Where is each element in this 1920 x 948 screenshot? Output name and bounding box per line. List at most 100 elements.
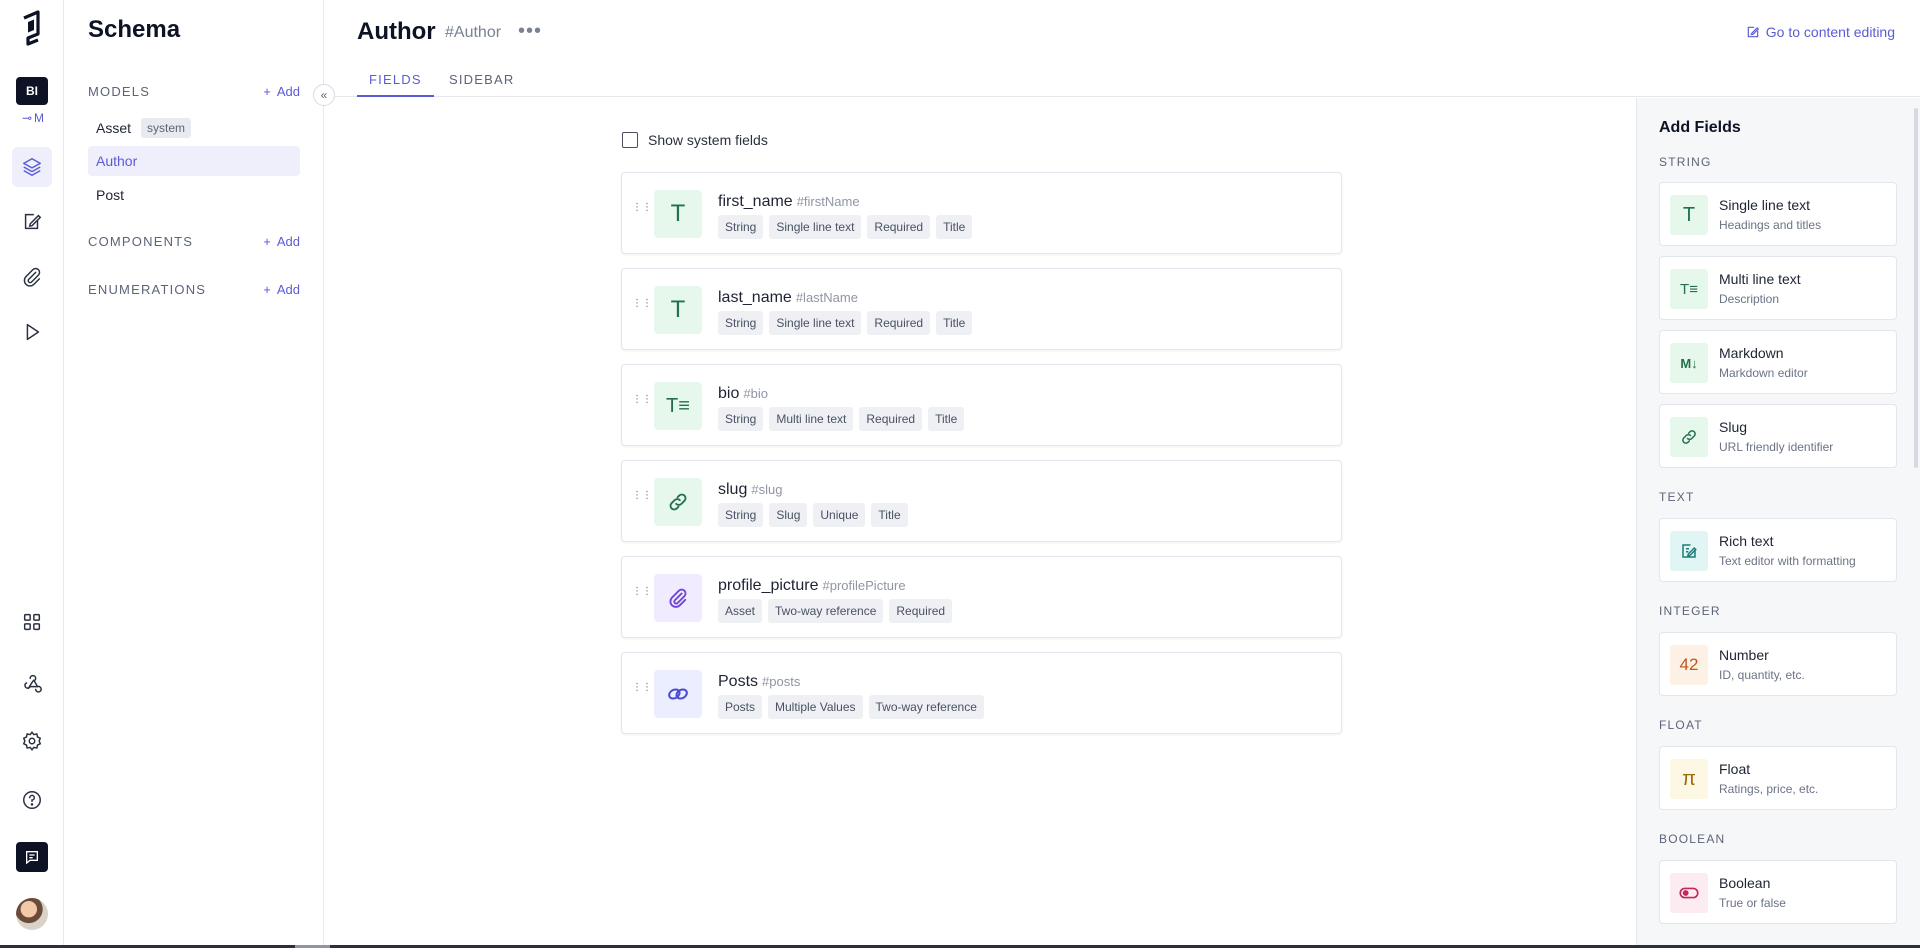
field-tags: String Multi line text Required Title <box>718 407 965 431</box>
chain-link-icon <box>654 670 702 718</box>
model-item-post[interactable]: Post <box>88 180 300 210</box>
assets-nav-button[interactable] <box>12 257 52 297</box>
category-float: FLOAT <box>1659 718 1703 732</box>
add-rich-text-card[interactable]: Rich text Text editor with formatting <box>1659 518 1897 582</box>
multiline-text-icon: T≡ <box>1670 269 1708 309</box>
settings-icon <box>22 731 42 751</box>
tab-sidebar[interactable]: SIDEBAR <box>437 72 526 97</box>
drag-handle-icon[interactable]: ⋮⋮ <box>632 299 652 317</box>
category-string: STRING <box>1659 155 1712 169</box>
model-name: Post <box>96 187 125 203</box>
model-name: Asset <box>96 120 132 136</box>
field-row-last-name[interactable]: ⋮⋮ T last_name #lastName String Single li… <box>621 268 1342 350</box>
field-row-first-name[interactable]: ⋮⋮ T first_name #firstName String Single … <box>621 172 1342 254</box>
field-tags: String Slug Unique Title <box>718 503 908 527</box>
add-model-button[interactable]: + Add <box>263 84 300 99</box>
field-row-profile-picture[interactable]: ⋮⋮ profile_picture #profilePicture Asset … <box>621 556 1342 638</box>
card-title: Single line text <box>1719 197 1811 213</box>
fields-area: Show system fields ⋮⋮ T first_name #first… <box>325 98 1636 948</box>
field-api-id: #lastName <box>795 290 858 305</box>
apps-nav-button[interactable] <box>12 602 52 642</box>
go-to-content-editing-link[interactable]: Go to content editing <box>1746 24 1895 40</box>
field-tag: Asset <box>718 599 763 623</box>
add-slug-card[interactable]: Slug URL friendly identifier <box>1659 404 1897 468</box>
field-name: first_name <box>718 193 793 210</box>
card-subtitle: Markdown editor <box>1719 366 1808 380</box>
add-markdown-card[interactable]: M↓ Markdown Markdown editor <box>1659 330 1897 394</box>
field-name: last_name <box>718 289 792 306</box>
drag-handle-icon[interactable]: ⋮⋮ <box>632 683 652 701</box>
field-tag: Title <box>871 503 908 527</box>
schema-nav-button[interactable] <box>12 147 52 187</box>
field-title: last_name #lastName <box>718 289 858 307</box>
field-tags: Asset Two-way reference Required <box>718 599 953 623</box>
drag-handle-icon[interactable]: ⋮⋮ <box>632 395 652 413</box>
double-chevron-left-icon: « <box>320 88 328 102</box>
show-system-fields-toggle[interactable]: Show system fields <box>622 132 768 148</box>
model-item-author[interactable]: Author <box>88 146 300 176</box>
logo-icon[interactable] <box>20 10 44 48</box>
user-avatar[interactable] <box>16 898 48 930</box>
plus-icon: + <box>263 233 271 249</box>
panel-scrollbar[interactable] <box>1914 108 1918 468</box>
show-system-fields-checkbox[interactable] <box>622 132 638 148</box>
assets-icon <box>23 267 41 287</box>
add-number-card[interactable]: 42 Number ID, quantity, etc. <box>1659 632 1897 696</box>
model-title: Author <box>357 18 436 45</box>
field-title: Posts #posts <box>718 673 800 691</box>
settings-nav-button[interactable] <box>12 721 52 761</box>
go-to-content-label: Go to content editing <box>1765 24 1895 40</box>
drag-handle-icon[interactable]: ⋮⋮ <box>632 587 652 605</box>
chat-icon <box>26 851 38 865</box>
model-item-asset[interactable]: Asset system <box>88 113 300 143</box>
help-nav-button[interactable] <box>12 780 52 820</box>
environment-switcher[interactable]: ⊸ M <box>14 110 52 126</box>
webhooks-nav-button[interactable] <box>12 662 52 702</box>
add-boolean-card[interactable]: Boolean True or false <box>1659 860 1897 924</box>
field-tag: Single line text <box>769 215 862 239</box>
webhooks-icon <box>24 674 42 693</box>
add-single-line-text-card[interactable]: T Single line text Headings and titles <box>1659 182 1897 246</box>
add-label: Add <box>276 233 300 249</box>
markdown-icon: M↓ <box>1670 343 1708 383</box>
field-row-slug[interactable]: ⋮⋮ slug #slug String Slug Unique Title <box>621 460 1342 542</box>
field-name: profile_picture <box>718 577 819 594</box>
glyph: π <box>1682 767 1696 790</box>
field-tag: Two-way reference <box>868 695 984 719</box>
api-playground-nav-button[interactable] <box>12 312 52 352</box>
add-multi-line-text-card[interactable]: T≡ Multi line text Description <box>1659 256 1897 320</box>
models-section-header: MODELS + Add <box>88 81 300 101</box>
tab-fields[interactable]: FIELDS <box>357 72 434 97</box>
field-row-posts[interactable]: ⋮⋮ Posts #posts Posts Multiple Values Two… <box>621 652 1342 734</box>
add-label: Add <box>276 83 300 99</box>
branch-icon: ⊸ <box>21 111 33 125</box>
icon-rail: BI ⊸ M <box>0 0 64 948</box>
more-options-button[interactable]: ••• <box>518 21 542 41</box>
schema-sidebar: Schema MODELS + Add Asset system Author P… <box>64 0 324 948</box>
content-nav-button[interactable] <box>12 202 52 242</box>
plus-icon: + <box>263 281 271 297</box>
card-subtitle: Headings and titles <box>1719 218 1822 232</box>
field-title: profile_picture #profilePicture <box>718 577 906 595</box>
drag-handle-icon[interactable]: ⋮⋮ <box>632 203 652 221</box>
field-tags: String Single line text Required Title <box>718 311 973 335</box>
chat-button[interactable] <box>16 842 48 872</box>
category-text: TEXT <box>1659 490 1695 504</box>
field-row-bio[interactable]: ⋮⋮ T≡ bio #bio String Multi line text Req… <box>621 364 1342 446</box>
add-component-button[interactable]: + Add <box>263 234 300 249</box>
add-enumeration-button[interactable]: + Add <box>263 282 300 297</box>
paperclip-icon <box>654 574 702 622</box>
field-tag: Unique <box>813 503 866 527</box>
field-tag: String <box>718 503 764 527</box>
add-float-card[interactable]: π Float Ratings, price, etc. <box>1659 746 1897 810</box>
glyph: M↓ <box>1680 355 1698 371</box>
card-title: Multi line text <box>1719 271 1801 287</box>
field-tag: Slug <box>769 503 808 527</box>
card-subtitle: True or false <box>1719 896 1786 910</box>
collapse-sidebar-button[interactable]: « <box>313 84 335 106</box>
card-subtitle: Description <box>1719 292 1780 306</box>
project-switcher[interactable]: BI <box>16 77 48 105</box>
field-api-id: #bio <box>743 386 768 401</box>
drag-handle-icon[interactable]: ⋮⋮ <box>632 491 652 509</box>
field-tag: Title <box>936 311 973 335</box>
